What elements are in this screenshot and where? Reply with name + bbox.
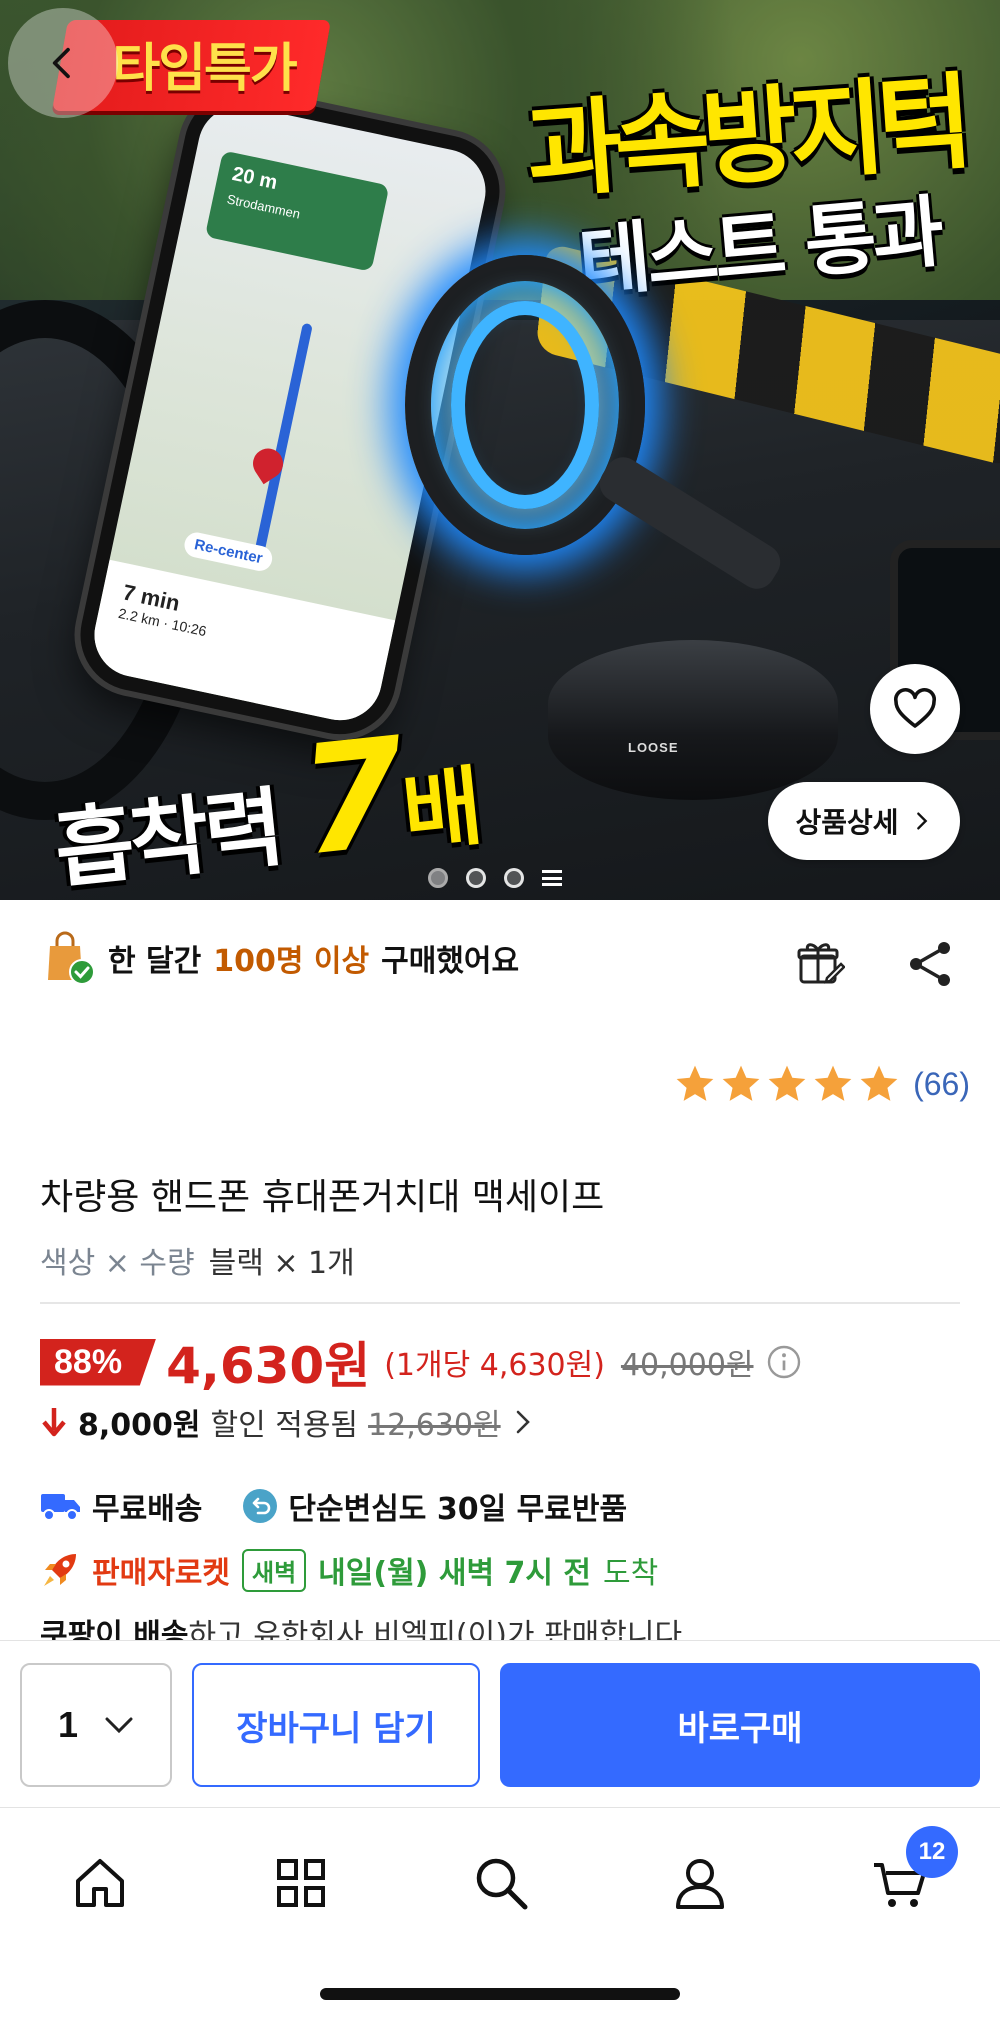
suction-unit: 배 — [398, 756, 484, 865]
wishlist-button[interactable] — [870, 664, 960, 754]
product-detail-label: 상품상세 — [795, 806, 899, 839]
rocket-icon — [44, 1554, 76, 1586]
bottom-tab-bar: 12 — [0, 1808, 1000, 2020]
chevron-right-icon — [916, 812, 927, 830]
selected-option[interactable]: 색상 × 수량 블랙 × 1개 — [40, 1238, 355, 1282]
tab-home[interactable] — [65, 1848, 135, 1918]
quantity-value: 1 — [57, 1704, 79, 1745]
unit-price: (1개당 4,630원) — [384, 1348, 605, 1383]
product-title: 차량용 핸드폰 휴대폰거치대 맥세이프 — [40, 1177, 605, 1218]
suction-base: LOOSE — [548, 640, 838, 800]
star-icon — [722, 1065, 760, 1101]
shopping-bag-check-icon — [48, 931, 95, 985]
sale-price: 4,630원 — [166, 1337, 371, 1395]
chevron-left-icon — [52, 47, 70, 79]
add-to-cart-button[interactable]: 장바구니 담기 — [192, 1663, 480, 1787]
option-value: 블랙 × 1개 — [208, 1246, 355, 1281]
divider — [40, 1302, 960, 1304]
grid-icon — [277, 1859, 325, 1907]
nav-distance: 20 m — [230, 163, 280, 195]
purchase-highlight: 100명 이상 — [213, 944, 370, 979]
purchase-stats: 한 달간 100명 이상 구매했어요 — [40, 930, 519, 986]
gallery-menu-icon[interactable] — [542, 870, 562, 886]
free-shipping: 무료배송 — [92, 1492, 203, 1527]
cart-count-badge: 12 — [906, 1826, 958, 1878]
product-detail-button[interactable]: 상품상세 — [768, 782, 960, 860]
delivery-time: 내일(월) 새벽 7시 전 — [318, 1556, 592, 1591]
user-icon — [676, 1859, 724, 1909]
price-row: 88% 4,630원 (1개당 4,630원) 40,000원 — [40, 1326, 802, 1398]
chevron-right-icon — [516, 1410, 530, 1434]
star-icon — [676, 1065, 714, 1101]
chevron-down-icon — [105, 1717, 133, 1734]
carousel-indicator — [428, 868, 562, 888]
heart-icon — [893, 687, 937, 728]
time-sale-label: 타임특가 — [112, 39, 296, 99]
free-return: 단순변심도 30일 무료반품 — [288, 1492, 628, 1527]
carousel-dot[interactable] — [504, 868, 524, 888]
carousel-dot[interactable] — [428, 868, 448, 888]
review-count[interactable]: (66) — [913, 1066, 970, 1103]
map-route — [253, 322, 313, 560]
tab-my-account[interactable] — [665, 1848, 735, 1918]
arrive-label: 도착 — [603, 1556, 659, 1591]
star-icon — [768, 1065, 806, 1101]
coupon-discount-row[interactable]: 8,000원 할인 적용됨 12,630원 — [40, 1400, 535, 1444]
gift-icon[interactable] — [795, 938, 845, 988]
share-icon[interactable] — [904, 938, 956, 990]
quantity-select[interactable]: 1 — [20, 1663, 172, 1787]
coupon-text: 할인 적용됨 — [210, 1408, 359, 1443]
magsafe-ring — [405, 255, 645, 555]
arrow-down-icon — [42, 1408, 66, 1437]
discount-rate-badge: 88% — [40, 1338, 157, 1386]
coupon-amount: 8,000원 — [78, 1408, 201, 1443]
back-button[interactable] — [8, 8, 118, 118]
rating-summary[interactable]: (66) — [673, 1062, 970, 1106]
star-icon — [814, 1065, 852, 1101]
original-price: 40,000원 — [620, 1348, 754, 1383]
search-icon — [476, 1858, 528, 1910]
option-label: 색상 × 수량 — [40, 1246, 195, 1281]
truck-icon — [41, 1494, 80, 1521]
return-icon — [243, 1489, 278, 1523]
eta-detail: 2.2 km · 10:26 — [117, 604, 208, 640]
delivery-row: 판매자로켓 새벽 내일(월) 새벽 7시 전 도착 — [40, 1548, 658, 1592]
dawn-badge: 새벽 — [242, 1548, 307, 1592]
tab-search[interactable] — [466, 1848, 536, 1918]
nav-instruction: 20 m Strodammen — [204, 150, 390, 272]
nav-street: Strodammen — [225, 191, 302, 222]
buy-now-button[interactable]: 바로구매 — [500, 1663, 980, 1787]
loose-label: LOOSE — [628, 740, 679, 755]
purchase-prefix: 한 달간 — [108, 944, 202, 979]
purchase-suffix: 구매했어요 — [381, 944, 520, 979]
purchase-action-bar: 1 장바구니 담기 바로구매 — [0, 1640, 1000, 1808]
carousel-dot[interactable] — [466, 868, 486, 888]
star-icon — [860, 1065, 898, 1101]
pre-coupon-price: 12,630원 — [368, 1408, 501, 1443]
tab-categories[interactable] — [266, 1848, 336, 1918]
home-indicator — [320, 1988, 680, 2000]
magsafe-glow — [451, 301, 599, 509]
product-image-carousel[interactable]: 과속방지턱 테스트 통과 20 m Strodammen Re-center 7… — [0, 0, 1000, 900]
home-icon — [76, 1859, 124, 1907]
shipping-row: 무료배송 단순변심도 30일 무료반품 — [40, 1484, 627, 1528]
suction-label: 흡착력 — [50, 777, 285, 900]
suction-value: 7 — [292, 706, 411, 890]
info-icon[interactable] — [766, 1344, 802, 1380]
seller-rocket-label: 판매자로켓 — [92, 1556, 230, 1591]
